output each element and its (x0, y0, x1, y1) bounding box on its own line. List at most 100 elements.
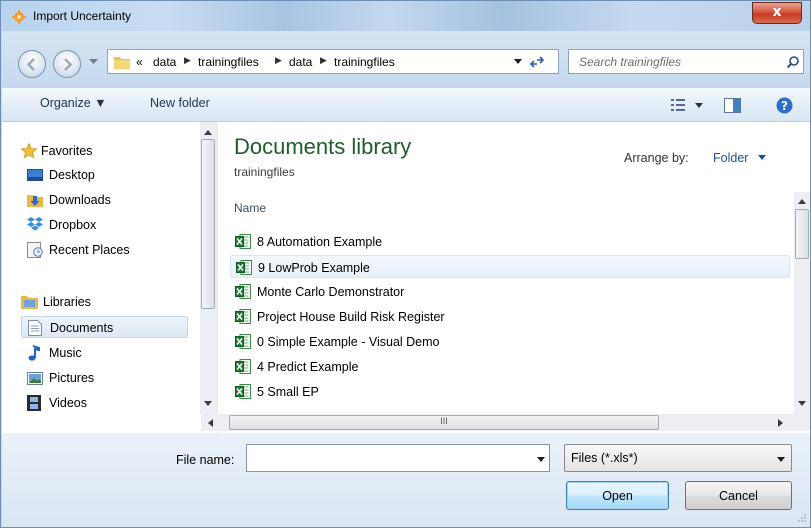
file-type-value[interactable]: Files (*.xls*) (571, 451, 638, 465)
file-list-item[interactable]: 4 Predict Example (230, 355, 790, 378)
sidebar-item-label: Recent Places (49, 243, 130, 257)
excel-file-icon (235, 309, 251, 324)
svg-text:?: ? (781, 99, 788, 113)
back-arrow-icon (26, 58, 35, 71)
sidebar-item-downloads[interactable]: Downloads (17, 189, 197, 211)
sidebar-item-documents[interactable]: Documents (21, 316, 188, 338)
breadcrumb-trainingfiles-2[interactable]: trainingfiles (334, 55, 395, 69)
close-button[interactable]: x (752, 2, 802, 24)
recent-pages-chevron-down-icon[interactable] (89, 59, 98, 65)
help-icon[interactable]: ? (776, 97, 793, 114)
cancel-button[interactable]: Cancel (685, 481, 792, 510)
sidebar-item-label: Downloads (49, 193, 111, 207)
scroll-up-icon[interactable] (204, 130, 212, 135)
file-name-label: File name: (176, 453, 235, 467)
scroll-right-icon[interactable] (778, 419, 783, 427)
sidebar-libraries[interactable]: Libraries (17, 291, 197, 313)
file-list-item[interactable]: 9 LowProb Example (230, 255, 790, 278)
music-note-icon (28, 345, 40, 361)
search-icon[interactable] (787, 56, 799, 68)
breadcrumb-data-2[interactable]: data (289, 55, 312, 69)
file-list-item[interactable]: Monte Carlo Demonstrator (230, 280, 790, 303)
open-button[interactable]: Open (566, 481, 669, 510)
view-options-chevron-down-icon[interactable] (695, 103, 703, 108)
column-header-name[interactable]: Name (234, 201, 266, 215)
breadcrumb-separator-icon[interactable]: ▶ (184, 55, 191, 66)
file-name: Project House Build Risk Register (257, 310, 445, 324)
sidebar-item-dropbox[interactable]: Dropbox (17, 214, 197, 236)
sidebar-item-videos[interactable]: Videos (17, 392, 197, 414)
title-bar[interactable]: Import Uncertainty x (1, 1, 810, 31)
scroll-down-icon[interactable] (798, 401, 806, 406)
new-folder-button[interactable]: New folder (150, 96, 210, 110)
excel-file-icon (235, 384, 251, 399)
sidebar-scrollbar[interactable] (200, 122, 217, 414)
close-icon: x (772, 4, 782, 20)
scroll-left-icon[interactable] (208, 419, 213, 427)
forward-arrow-icon (64, 58, 73, 71)
sidebar-item-label: Music (49, 346, 82, 360)
file-list-item[interactable]: 5 Small EP (230, 380, 790, 403)
sidebar-item-music[interactable]: Music (17, 342, 197, 364)
sidebar-item-pictures[interactable]: Pictures (17, 367, 197, 389)
sidebar-item-desktop[interactable]: Desktop (17, 164, 197, 186)
search-box[interactable]: Search trainingfiles (568, 49, 804, 74)
file-list-item[interactable]: Project House Build Risk Register (230, 305, 790, 328)
desktop-icon (27, 169, 43, 181)
sidebar-item-label: Documents (50, 321, 114, 335)
sidebar-favorites[interactable]: Favorites (17, 140, 197, 162)
breadcrumb-separator-icon[interactable]: ▶ (320, 55, 327, 66)
back-button[interactable] (18, 50, 46, 78)
breadcrumb-separator-icon[interactable]: ▶ (275, 55, 282, 66)
sidebar-libraries-label: Libraries (43, 295, 91, 309)
file-name-chevron-down-icon[interactable] (537, 457, 545, 462)
command-bar: Organize ▼ New folder ? (2, 88, 810, 122)
dropbox-icon (27, 217, 43, 231)
address-dropdown-icon[interactable] (514, 59, 522, 64)
resize-grip-icon[interactable] (797, 513, 807, 523)
file-list-scroll-thumb[interactable] (795, 209, 809, 259)
file-name: 0 Simple Example - Visual Demo (257, 335, 440, 349)
file-name: 5 Small EP (257, 385, 319, 399)
file-name-input[interactable] (246, 444, 550, 472)
libraries-icon (21, 296, 38, 309)
sidebar-scroll-thumb[interactable] (201, 139, 215, 309)
window-title: Import Uncertainty (33, 9, 132, 23)
address-bar[interactable]: « data ▶ trainingfiles ▶ data ▶ training… (107, 49, 559, 74)
sidebar-item-recent-places[interactable]: Recent Places (17, 239, 197, 261)
excel-file-icon (235, 284, 251, 299)
forward-button[interactable] (53, 50, 81, 78)
star-icon (21, 143, 37, 159)
scroll-up-icon[interactable] (798, 199, 806, 204)
horizontal-scrollbar[interactable]: III (201, 414, 810, 431)
excel-file-icon (235, 359, 251, 374)
breadcrumb-data[interactable]: data (153, 55, 176, 69)
scroll-down-icon[interactable] (204, 401, 212, 406)
file-type-chevron-down-icon[interactable] (777, 457, 785, 462)
arrange-by-dropdown[interactable]: Folder (713, 151, 748, 165)
address-overflow[interactable]: « (136, 55, 143, 69)
recent-places-icon (27, 242, 43, 258)
preview-pane-icon[interactable] (724, 98, 741, 113)
excel-file-icon (235, 234, 251, 249)
pane-divider[interactable] (217, 122, 218, 433)
refresh-icon[interactable] (530, 56, 544, 68)
library-subtitle: trainingfiles (234, 165, 295, 179)
organize-button[interactable]: Organize ▼ (40, 96, 107, 110)
scroll-grip: III (440, 416, 448, 426)
excel-file-icon (235, 334, 251, 349)
file-list-item[interactable]: 8 Automation Example (230, 230, 790, 253)
file-list-item[interactable]: 0 Simple Example - Visual Demo (230, 330, 790, 353)
sidebar-item-label: Pictures (49, 371, 95, 385)
app-icon (12, 10, 26, 24)
navigation-pane: Favorites Desktop Downloads Dropbox Rece… (2, 122, 217, 433)
search-placeholder[interactable]: Search trainingfiles (579, 55, 681, 69)
open-button-label: Open (602, 489, 633, 503)
horizontal-scroll-thumb[interactable]: III (229, 415, 659, 430)
documents-icon (28, 320, 42, 336)
pictures-icon (27, 372, 43, 385)
file-list-scrollbar[interactable] (794, 192, 810, 414)
breadcrumb-trainingfiles[interactable]: trainingfiles (198, 55, 259, 69)
view-options-icon[interactable] (671, 99, 685, 111)
arrange-by-chevron-down-icon[interactable] (758, 155, 766, 160)
